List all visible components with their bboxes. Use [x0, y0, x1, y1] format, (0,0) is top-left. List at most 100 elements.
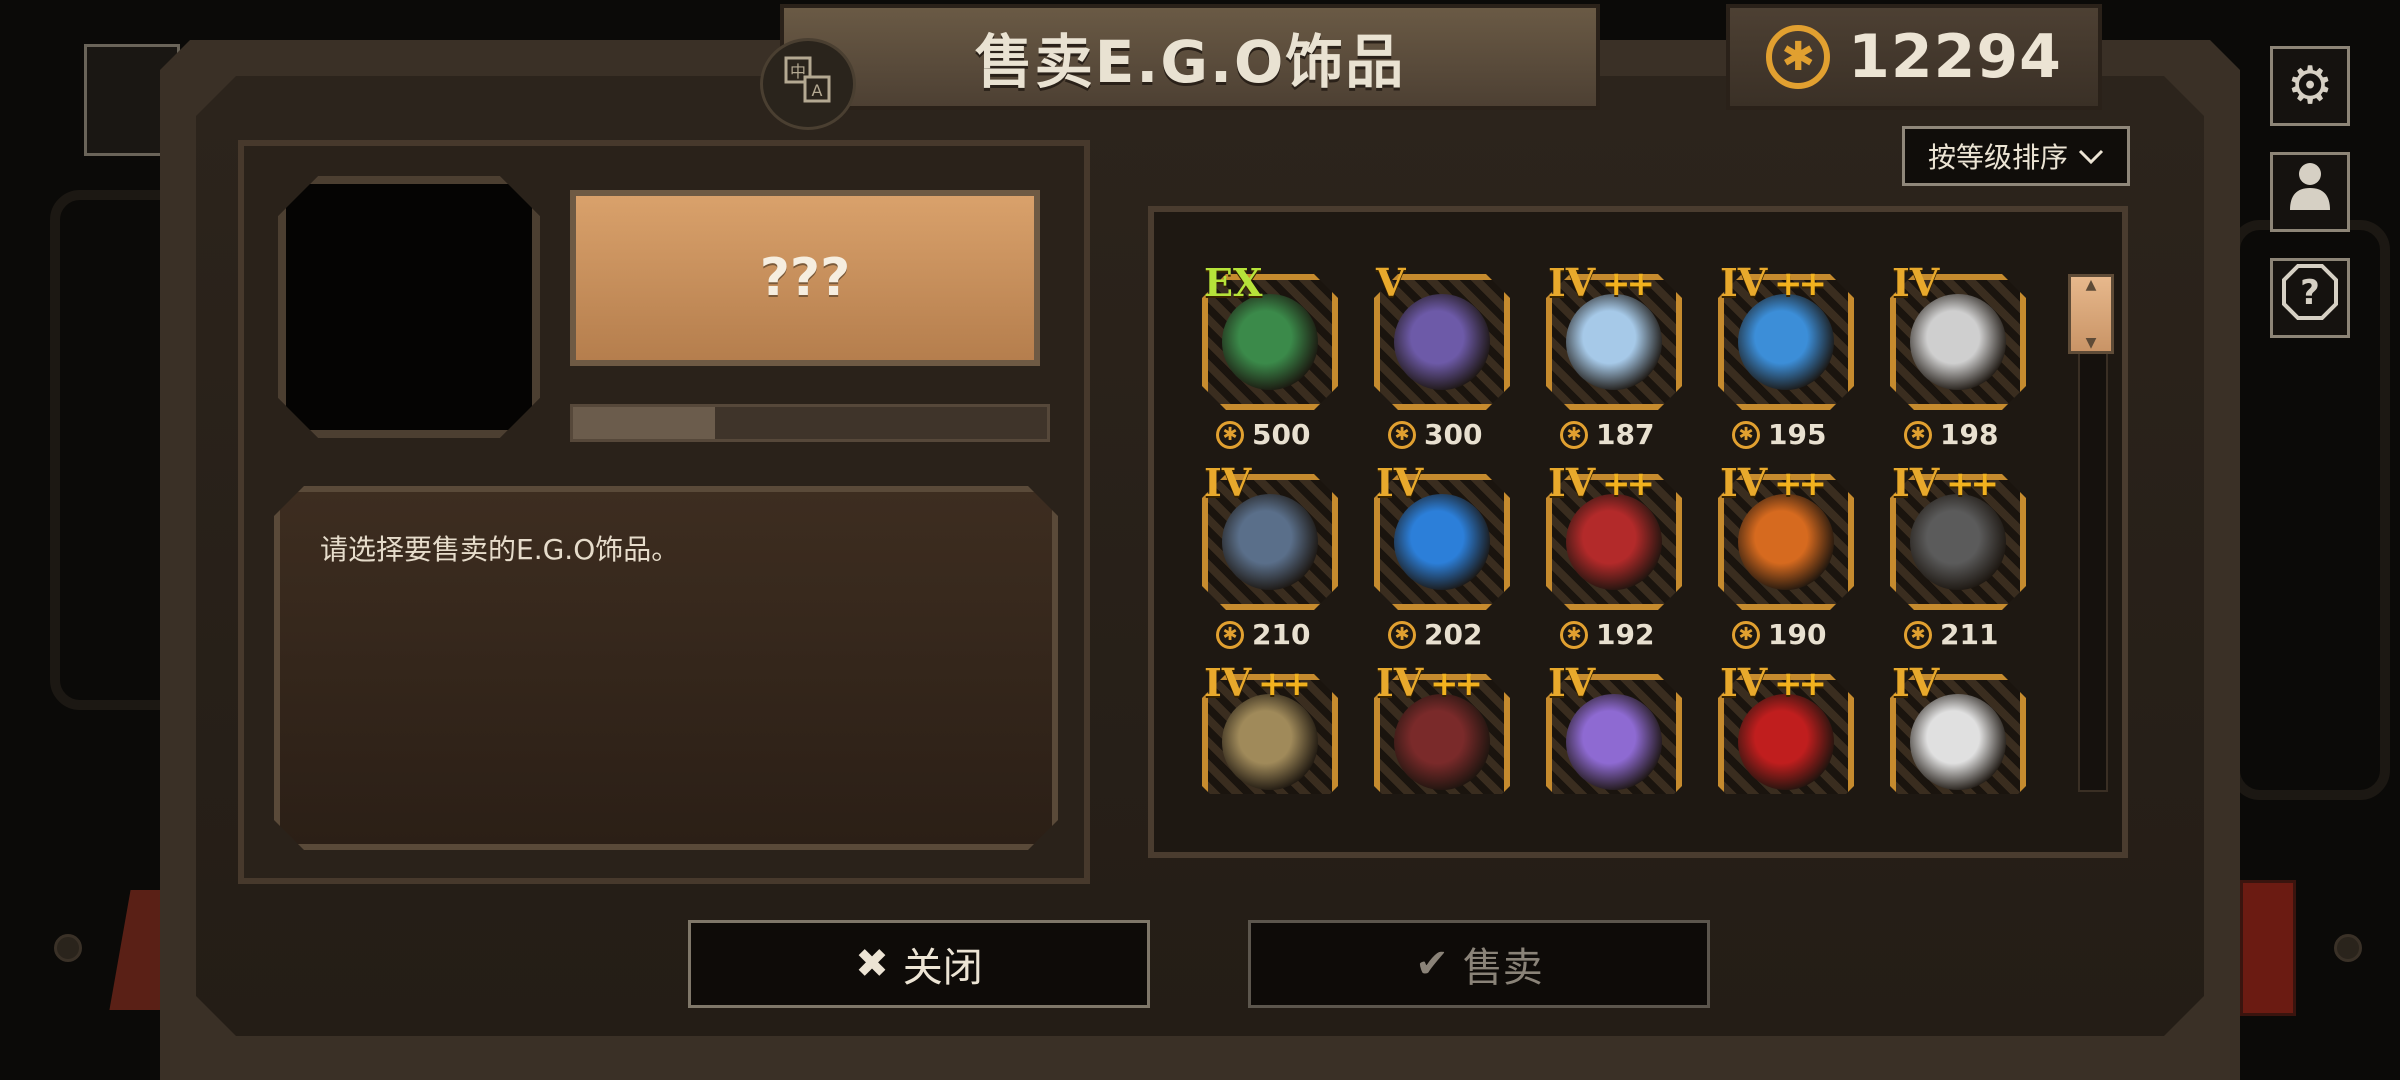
settings-button[interactable]: ⚙ [2270, 46, 2350, 126]
item-grade: IV [1892, 260, 1940, 305]
background-bolt [54, 934, 82, 962]
inventory-item[interactable]: IV ++ ✱ 187 [1540, 258, 1690, 458]
item-price-value: 192 [1596, 618, 1655, 651]
item-price: ✱ 211 [1904, 618, 1998, 651]
item-price-value: 187 [1596, 418, 1655, 451]
item-grade: IV [1376, 660, 1424, 705]
inventory-item[interactable]: IV [1540, 658, 1690, 794]
broken-crystal-icon [1910, 494, 2006, 590]
inventory-item[interactable]: IV [1884, 658, 2034, 794]
item-price: ✱ 300 [1388, 418, 1482, 451]
coin-icon: ✱ [1388, 620, 1416, 649]
water-orb-icon [1738, 294, 1834, 390]
item-upgrade-marks: ++ [1430, 664, 1483, 704]
inventory-item[interactable]: IV ++ [1368, 658, 1518, 794]
potion-bottle-icon [1566, 694, 1662, 790]
inventory-item[interactable]: IV ++ [1712, 658, 1862, 794]
person-icon [2287, 160, 2333, 225]
item-preview [278, 176, 540, 438]
help-icon: ? [2282, 263, 2338, 333]
item-upgrade-marks: ++ [1946, 464, 1999, 504]
title-plate: 售卖E.G.O饰品 [780, 4, 1600, 110]
sell-button[interactable]: ✔ 售卖 [1248, 920, 1710, 1008]
coin-icon: ✱ [1904, 420, 1932, 449]
item-grade: IV [1720, 660, 1768, 705]
svg-text:?: ? [2300, 273, 2320, 313]
item-upgrade-marks: ++ [1774, 664, 1827, 704]
item-grade: IV [1892, 460, 1940, 505]
item-grade: IV [1376, 460, 1424, 505]
white-shard-icon [1910, 694, 2006, 790]
inventory-grid: EX ✱ 500 V ✱ 300 IV ++ ✱ 187 IV ++ ✱ 195 IV ✱ 198 IV ✱ 210 I… [1196, 258, 2056, 794]
coin-icon: ✱ [1732, 420, 1760, 449]
item-upgrade-marks: ++ [1258, 664, 1311, 704]
item-upgrade-marks: ++ [1774, 264, 1827, 304]
translate-icon: 中 A [783, 55, 833, 113]
item-grade: IV [1720, 260, 1768, 305]
inventory-item[interactable]: IV ++ ✱ 195 [1712, 258, 1862, 458]
item-upgrade-marks: ++ [1602, 464, 1655, 504]
sell-label: 售卖 [1462, 945, 1543, 991]
coin-icon: ✱ [1732, 620, 1760, 649]
close-icon: ✖ [855, 941, 889, 987]
inventory-item[interactable]: IV ✱ 210 [1196, 458, 1346, 658]
document-icon [1910, 294, 2006, 390]
translate-button[interactable]: 中 A [760, 38, 856, 130]
help-button[interactable]: ? [2270, 258, 2350, 338]
close-label: 关闭 [902, 945, 983, 991]
item-price: ✱ 192 [1560, 618, 1654, 651]
inventory-item[interactable]: IV ++ ✱ 192 [1540, 458, 1690, 658]
item-price-value: 210 [1252, 618, 1311, 651]
item-price-value: 195 [1768, 418, 1827, 451]
coin-icon: ✱ [1216, 420, 1244, 449]
inventory-item[interactable]: IV ✱ 198 [1884, 258, 2034, 458]
item-price: ✱ 500 [1216, 418, 1310, 451]
inventory-item[interactable]: IV ++ [1196, 658, 1346, 794]
item-name-plate: ??? [570, 190, 1040, 366]
inventory-item[interactable]: IV ++ ✱ 190 [1712, 458, 1862, 658]
item-grade: IV [1548, 260, 1596, 305]
item-price: ✱ 202 [1388, 618, 1482, 651]
inventory-item[interactable]: IV ✱ 202 [1368, 458, 1518, 658]
sort-dropdown[interactable]: 按等级排序 [1902, 126, 2130, 186]
item-price: ✱ 195 [1732, 418, 1826, 451]
coin-icon: ✱ [1560, 420, 1588, 449]
item-price-value: 211 [1940, 618, 1999, 651]
background-bolt [2334, 934, 2362, 962]
red-flower-icon [1566, 494, 1662, 590]
coin-icon: ✱ [1904, 620, 1932, 649]
profile-button[interactable] [2270, 152, 2350, 232]
inventory-item[interactable]: V ✱ 300 [1368, 258, 1518, 458]
svg-text:A: A [812, 81, 823, 100]
item-name: ??? [759, 248, 851, 308]
item-price-value: 500 [1252, 418, 1311, 451]
background-red-panel [2240, 880, 2296, 1016]
item-price-value: 202 [1424, 618, 1483, 651]
machine-debris-icon [1222, 694, 1318, 790]
scrollbar-thumb[interactable]: ▲ ▼ [2068, 274, 2114, 354]
item-grade: EX [1204, 260, 1263, 305]
liquid-flask-icon [1566, 294, 1662, 390]
item-grade: IV [1548, 660, 1596, 705]
item-price: ✱ 198 [1904, 418, 1998, 451]
item-price: ✱ 190 [1732, 618, 1826, 651]
chevron-down-icon [2078, 140, 2104, 173]
item-price-value: 300 [1424, 418, 1483, 451]
currency-display: ✱ 12294 [1726, 4, 2102, 110]
item-price: ✱ 210 [1216, 618, 1310, 651]
rose-vine-icon [1394, 694, 1490, 790]
item-upgrade-marks: ++ [1774, 464, 1827, 504]
description-box: 请选择要售卖的E.G.O饰品。 [274, 486, 1058, 850]
item-grade: IV [1720, 460, 1768, 505]
coin-icon: ✱ [1766, 25, 1831, 89]
blood-flower-icon [1738, 694, 1834, 790]
close-button[interactable]: ✖ 关闭 [688, 920, 1150, 1008]
inventory-item[interactable]: EX ✱ 500 [1196, 258, 1346, 458]
progress-bar [570, 404, 1050, 442]
item-price-value: 190 [1768, 618, 1827, 651]
inventory-item[interactable]: IV ++ ✱ 211 [1884, 458, 2034, 658]
item-price-value: 198 [1940, 418, 1999, 451]
coin-icon: ✱ [1388, 420, 1416, 449]
ember-stone-icon [1738, 494, 1834, 590]
check-icon: ✔ [1415, 941, 1449, 987]
